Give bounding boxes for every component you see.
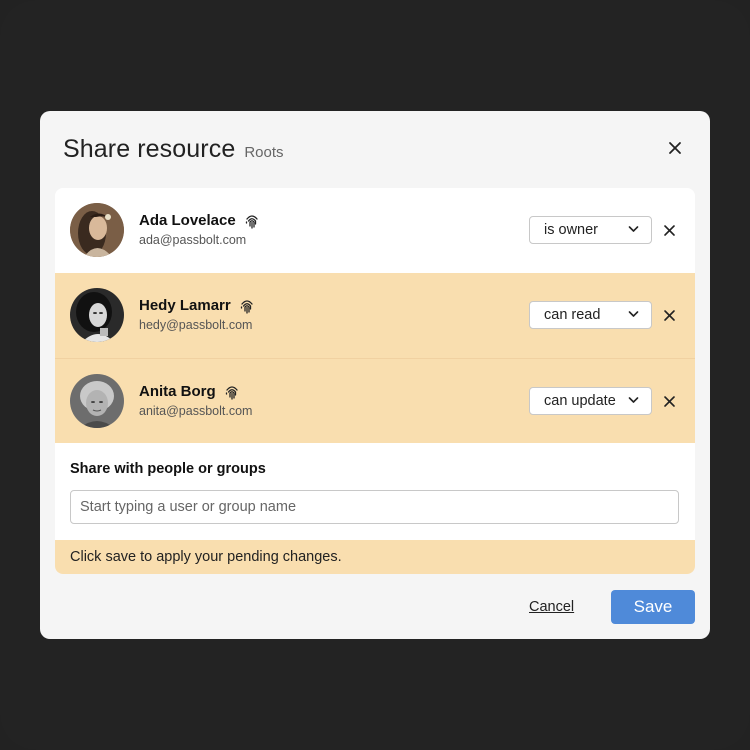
permission-row: Ada Lovelace ada@passbolt.com is owner [55, 188, 695, 273]
cancel-button[interactable]: Cancel [529, 599, 574, 615]
remove-permission-button[interactable] [663, 395, 676, 408]
chevron-down-icon [628, 397, 639, 403]
share-search-input[interactable] [70, 490, 679, 524]
permissions-card: Ada Lovelace ada@passbolt.com is owner H… [55, 188, 695, 574]
permission-row: Hedy Lamarr hedy@passbolt.com can read [55, 273, 695, 358]
fingerprint-icon [239, 298, 255, 314]
user-name-line: Ada Lovelace [139, 212, 260, 229]
user-name: Ada Lovelace [139, 212, 236, 229]
avatar [70, 374, 124, 428]
chevron-down-icon [628, 311, 639, 317]
dialog-title: Share resource [63, 135, 236, 163]
user-email: hedy@passbolt.com [139, 318, 253, 332]
save-button[interactable]: Save [611, 590, 695, 624]
remove-permission-button[interactable] [663, 224, 676, 237]
permission-select-value: can read [544, 307, 601, 323]
pending-changes-message: Click save to apply your pending changes… [55, 540, 695, 574]
avatar [70, 203, 124, 257]
permission-select-value: is owner [544, 222, 598, 238]
close-icon[interactable] [666, 139, 684, 157]
chevron-down-icon [628, 226, 639, 232]
permission-select[interactable]: is owner [529, 216, 652, 244]
user-email: ada@passbolt.com [139, 233, 247, 247]
user-email: anita@passbolt.com [139, 404, 253, 418]
user-name-line: Hedy Lamarr [139, 297, 255, 314]
share-dialog: Share resource Roots Ada Lovelace ada@pa… [40, 111, 710, 639]
user-name-line: Anita Borg [139, 383, 240, 400]
permission-select-value: can update [544, 393, 616, 409]
user-name: Anita Borg [139, 383, 216, 400]
permission-select[interactable]: can update [529, 387, 652, 415]
avatar [70, 288, 124, 342]
remove-permission-button[interactable] [663, 309, 676, 322]
fingerprint-icon [224, 384, 240, 400]
user-name: Hedy Lamarr [139, 297, 231, 314]
dialog-header: Share resource Roots [63, 135, 284, 164]
fingerprint-icon [244, 213, 260, 229]
share-label: Share with people or groups [70, 461, 266, 477]
permission-select[interactable]: can read [529, 301, 652, 329]
permission-row: Anita Borg anita@passbolt.com can update [55, 358, 695, 443]
resource-name: Roots [244, 144, 284, 161]
